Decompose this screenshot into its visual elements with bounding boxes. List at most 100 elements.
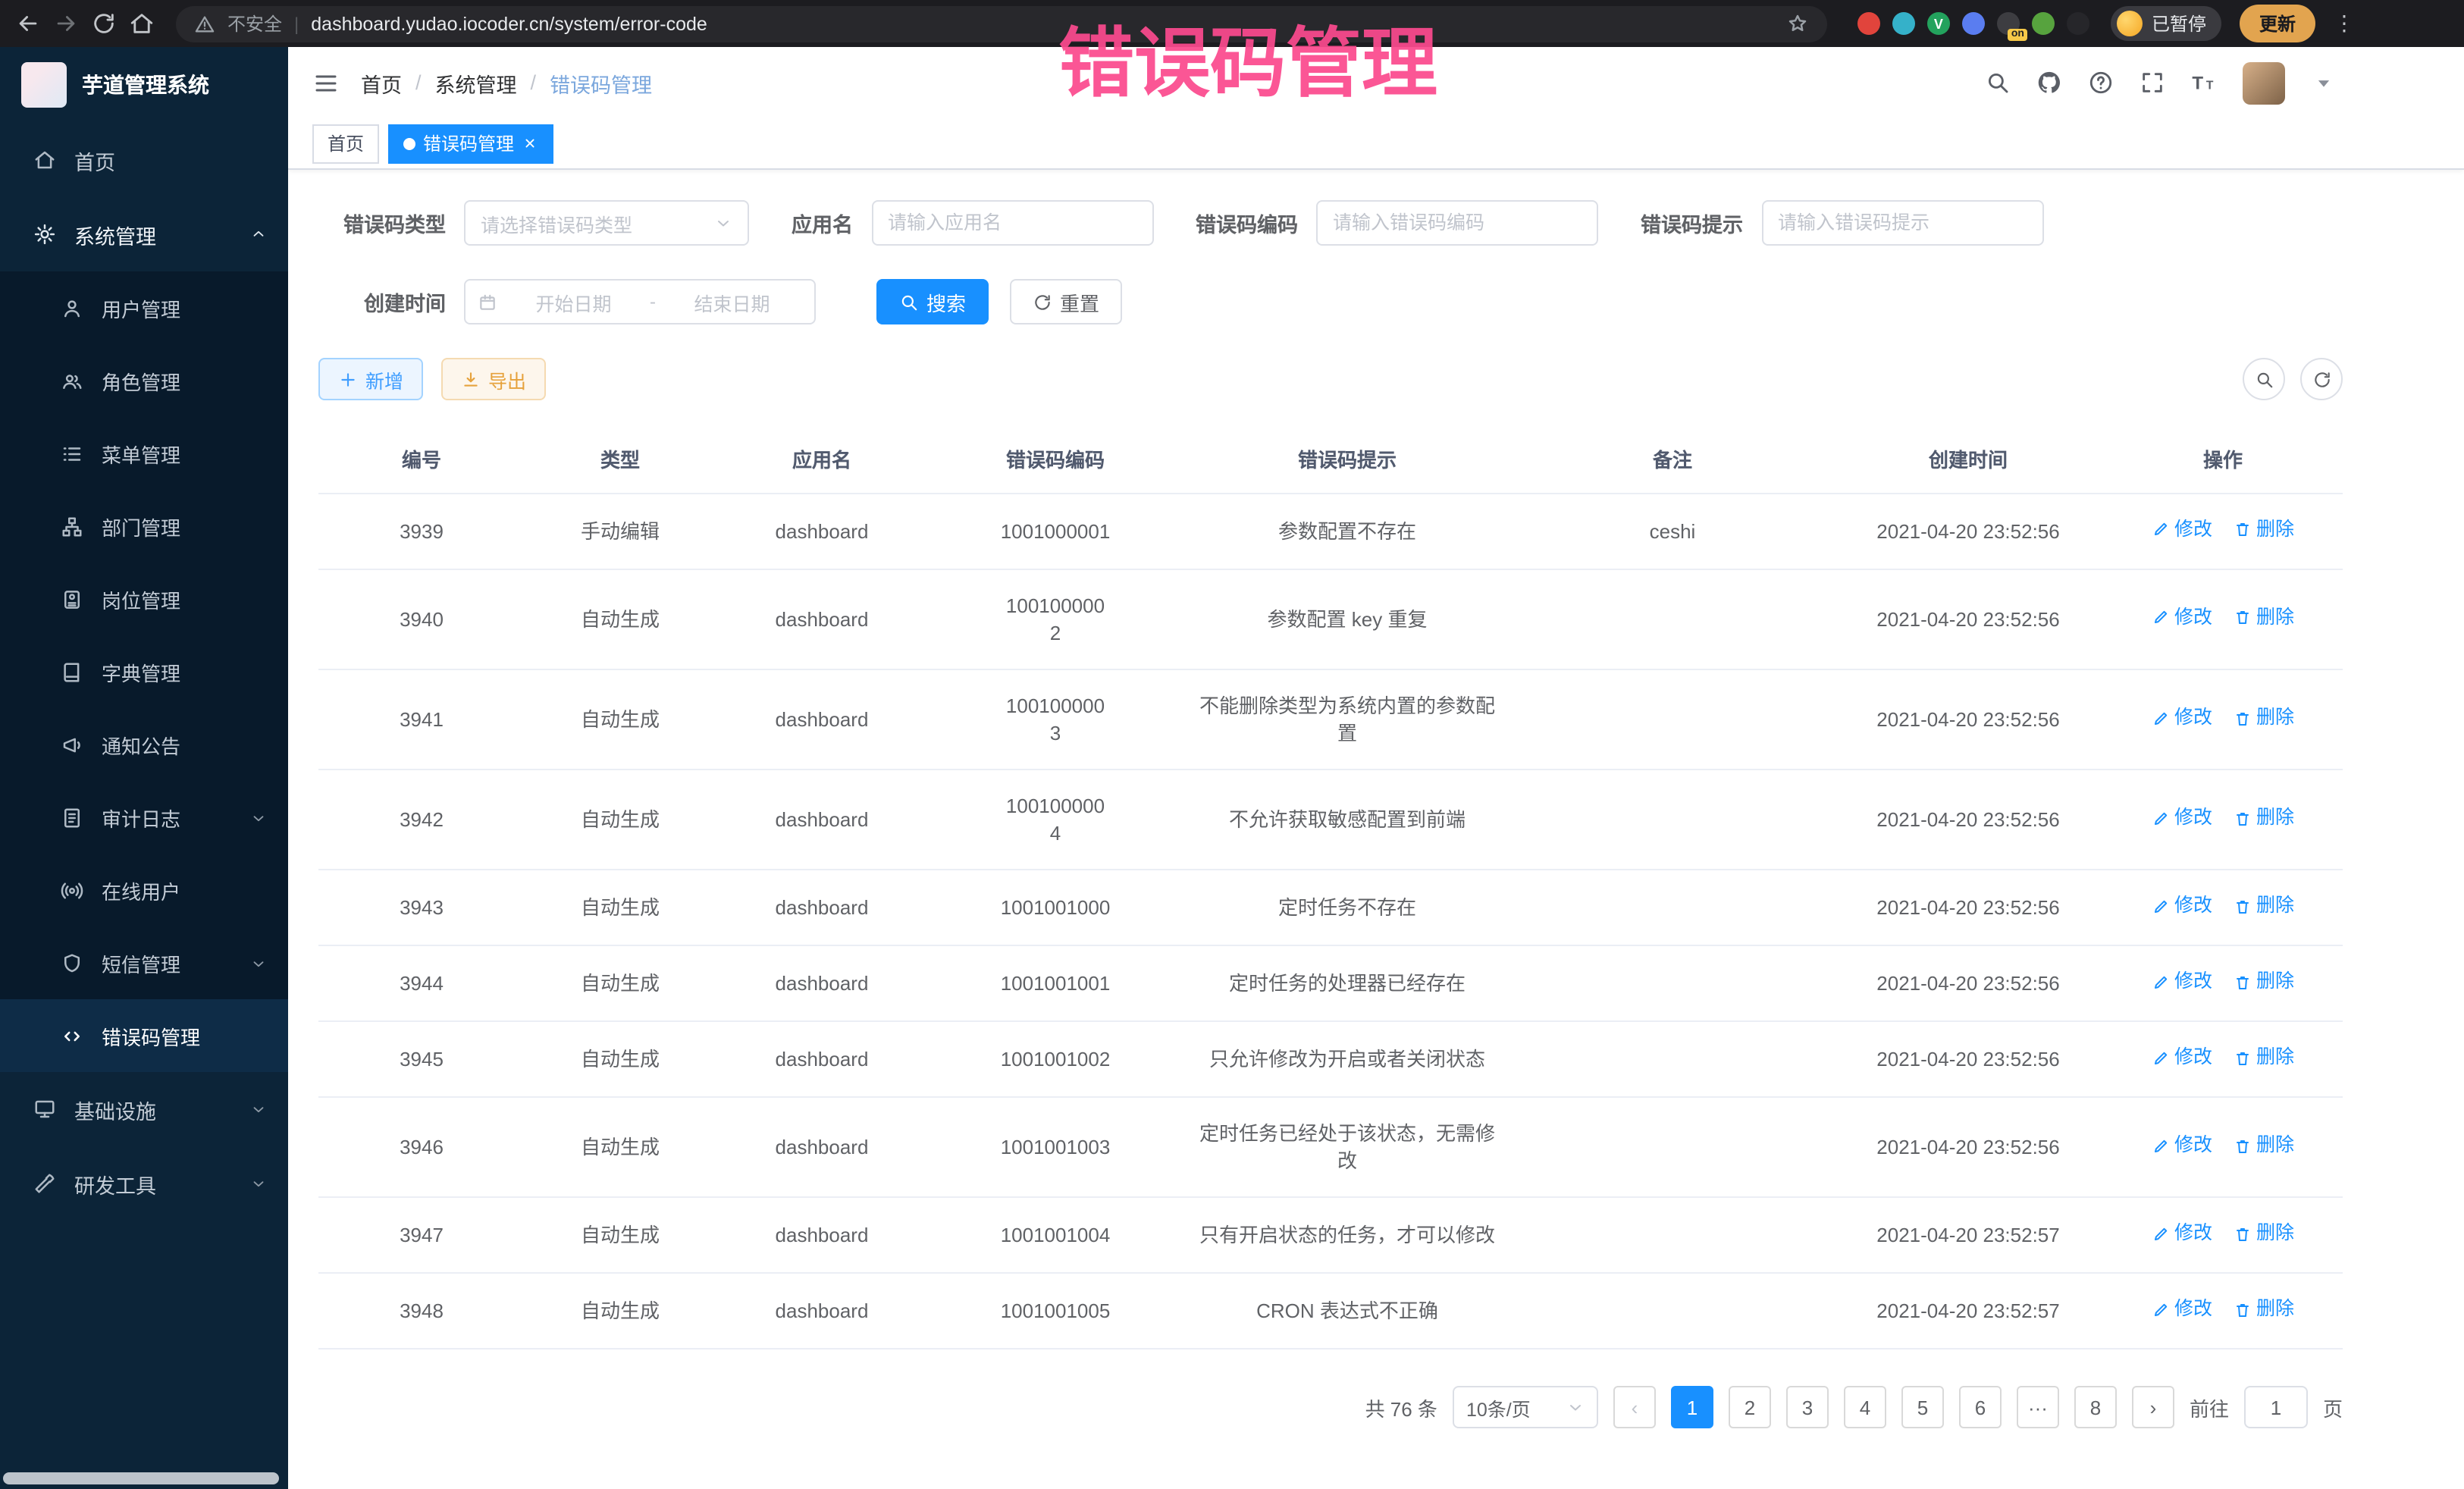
add-button[interactable]: 新增: [318, 358, 423, 400]
extension-icon[interactable]: on: [1997, 12, 2020, 35]
delete-link[interactable]: 删除: [2234, 705, 2294, 731]
page-ellipsis[interactable]: ···: [2017, 1387, 2059, 1429]
browser-home-icon[interactable]: [129, 11, 155, 36]
hamburger-icon[interactable]: [312, 69, 340, 96]
next-page-button[interactable]: ›: [2132, 1387, 2174, 1429]
sms-icon: [61, 951, 83, 974]
sidebar-item-label: 基础设施: [74, 1094, 232, 1124]
search-icon[interactable]: [1985, 70, 2011, 96]
breadcrumb-item[interactable]: 系统管理: [435, 67, 517, 98]
goto-page-input[interactable]: [2244, 1387, 2308, 1429]
edit-link[interactable]: 修改: [2152, 1045, 2212, 1071]
edit-link[interactable]: 修改: [2152, 517, 2212, 543]
prev-page-button[interactable]: ‹: [1613, 1387, 1656, 1429]
bookmark-star-icon[interactable]: [1786, 12, 1809, 35]
breadcrumb-item[interactable]: 首页: [361, 67, 402, 98]
sidebar-item-devtools[interactable]: 研发工具: [0, 1146, 288, 1221]
extension-icon[interactable]: [1857, 12, 1880, 35]
tab-error-code[interactable]: 错误码管理: [388, 124, 553, 163]
page-button[interactable]: 3: [1786, 1387, 1829, 1429]
sidebar-item-user[interactable]: 用户管理: [0, 271, 288, 344]
sidebar-item-notice[interactable]: 通知公告: [0, 708, 288, 781]
search-button[interactable]: 搜索: [876, 279, 989, 324]
extension-icon[interactable]: [1892, 12, 1915, 35]
refresh-table-button[interactable]: [2300, 358, 2343, 400]
delete-link[interactable]: 删除: [2234, 805, 2294, 831]
export-button[interactable]: 导出: [441, 358, 546, 400]
fullscreen-icon[interactable]: [2140, 70, 2165, 96]
horizontal-scrollbar-thumb[interactable]: [3, 1472, 279, 1484]
reset-button[interactable]: 重置: [1010, 279, 1122, 324]
edit-link[interactable]: 修改: [2152, 894, 2212, 920]
extension-icon[interactable]: [1962, 12, 1985, 35]
delete-link[interactable]: 删除: [2234, 605, 2294, 631]
tab-active-dot: [403, 137, 415, 149]
extension-icon[interactable]: [2032, 12, 2055, 35]
edit-link[interactable]: 修改: [2152, 1221, 2212, 1247]
caret-down-icon[interactable]: [2311, 70, 2337, 96]
delete-link[interactable]: 删除: [2234, 894, 2294, 920]
edit-link[interactable]: 修改: [2152, 605, 2212, 631]
cell-hint: 只允许修改为开启或者关闭状态: [1183, 1021, 1512, 1097]
error-hint-input[interactable]: [1761, 200, 2043, 246]
code-icon: [61, 1024, 83, 1047]
edit-link[interactable]: 修改: [2152, 970, 2212, 995]
edit-link[interactable]: 修改: [2152, 1297, 2212, 1323]
github-icon[interactable]: [2036, 70, 2062, 96]
profile-chip[interactable]: 已暂停: [2111, 6, 2221, 41]
edit-link[interactable]: 修改: [2152, 705, 2212, 731]
font-size-icon[interactable]: TT: [2191, 70, 2217, 96]
sidebar-item-audit-log[interactable]: 审计日志: [0, 781, 288, 854]
page-button[interactable]: 6: [1959, 1387, 2002, 1429]
sidebar-item-online-user[interactable]: 在线用户: [0, 854, 288, 926]
error-type-select[interactable]: 请选择错误码类型: [464, 200, 749, 246]
back-icon[interactable]: [15, 11, 41, 36]
page-button[interactable]: 8: [2074, 1387, 2117, 1429]
sidebar-item-dept[interactable]: 部门管理: [0, 490, 288, 563]
delete-link[interactable]: 删除: [2234, 1221, 2294, 1247]
sidebar-item-menu[interactable]: 菜单管理: [0, 417, 288, 490]
edit-link[interactable]: 修改: [2152, 805, 2212, 831]
sidebar-item-sms[interactable]: 短信管理: [0, 926, 288, 999]
sidebar-item-infra[interactable]: 基础设施: [0, 1072, 288, 1146]
delete-link[interactable]: 删除: [2234, 517, 2294, 543]
forward-icon[interactable]: [53, 11, 79, 36]
delete-link[interactable]: 删除: [2234, 1133, 2294, 1159]
error-code-input[interactable]: [1316, 200, 1598, 246]
home-icon: [33, 149, 56, 171]
app-logo[interactable]: 芋道管理系统: [0, 47, 288, 123]
page-button[interactable]: 1: [1671, 1387, 1713, 1429]
breadcrumb-separator: /: [415, 71, 422, 94]
delete-link[interactable]: 删除: [2234, 1297, 2294, 1323]
sidebar-item-role[interactable]: 角色管理: [0, 344, 288, 417]
reload-icon[interactable]: [91, 11, 117, 36]
browser-menu-icon[interactable]: ⋮: [2334, 11, 2355, 36]
sidebar-item-home[interactable]: 首页: [0, 123, 288, 197]
edit-link[interactable]: 修改: [2152, 1133, 2212, 1159]
app-name-input[interactable]: [871, 200, 1153, 246]
sidebar-item-error-code[interactable]: 错误码管理: [0, 999, 288, 1072]
chevron-down-icon: [1566, 1399, 1585, 1417]
sidebar-item-post[interactable]: 岗位管理: [0, 563, 288, 635]
delete-link[interactable]: 删除: [2234, 1045, 2294, 1071]
help-icon[interactable]: [2088, 70, 2114, 96]
extension-icon[interactable]: V: [1927, 12, 1950, 35]
cell-id: 3944: [318, 946, 525, 1022]
user-avatar[interactable]: [2243, 61, 2285, 104]
page-button[interactable]: 5: [1901, 1387, 1944, 1429]
toggle-search-button[interactable]: [2243, 358, 2285, 400]
goto-label: 前往: [2190, 1393, 2229, 1422]
breadcrumb-item: 错误码管理: [550, 67, 652, 98]
page-size-select[interactable]: 10条/页: [1453, 1387, 1598, 1429]
delete-link[interactable]: 删除: [2234, 970, 2294, 995]
page-button[interactable]: 4: [1844, 1387, 1886, 1429]
page-button[interactable]: 2: [1729, 1387, 1771, 1429]
close-icon[interactable]: [522, 135, 538, 152]
sidebar-item-system[interactable]: 系统管理: [0, 197, 288, 271]
address-bar[interactable]: 不安全 | dashboard.yudao.iocoder.cn/system/…: [176, 5, 1827, 42]
browser-update-button[interactable]: 更新: [2240, 5, 2315, 42]
sidebar-item-dict[interactable]: 字典管理: [0, 635, 288, 708]
extension-icon[interactable]: [2067, 12, 2089, 35]
tab-home[interactable]: 首页: [312, 124, 379, 163]
create-time-range-picker[interactable]: 开始日期 - 结束日期: [464, 279, 816, 324]
